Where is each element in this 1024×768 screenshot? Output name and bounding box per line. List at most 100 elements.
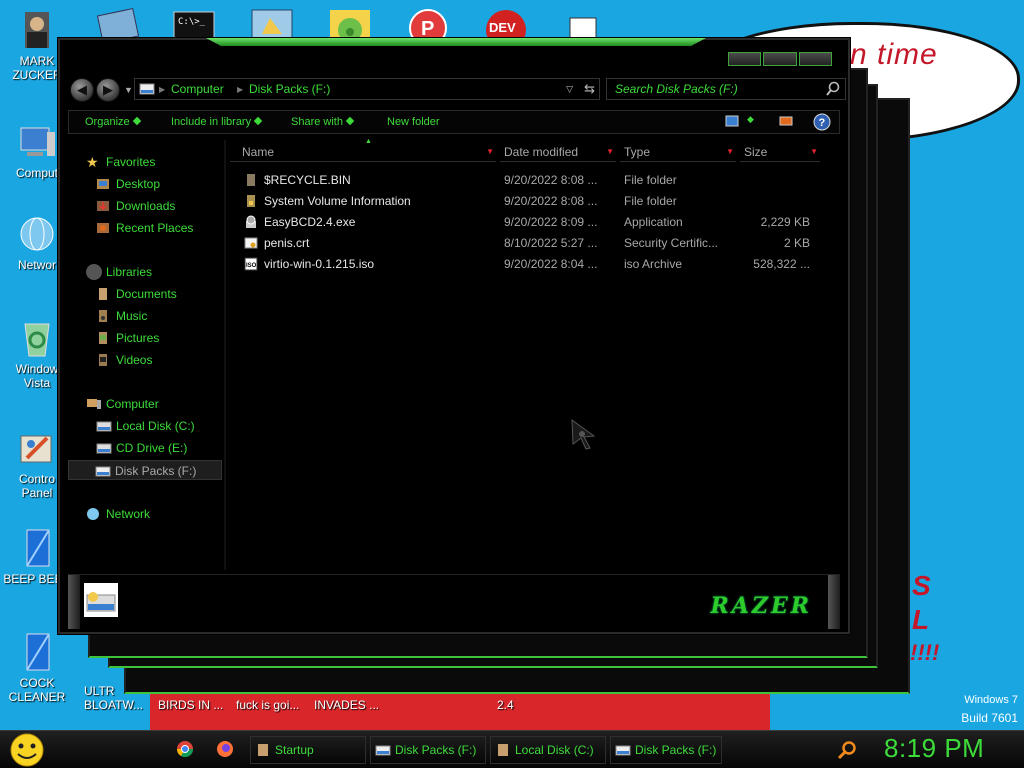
chrome-icon[interactable] [176, 740, 194, 758]
file-size: 528,322 ... [753, 257, 810, 271]
close-button[interactable] [798, 52, 832, 66]
search-box[interactable] [606, 78, 846, 100]
column-filter-icon[interactable]: ▼ [810, 142, 818, 162]
desktop-icon-label[interactable]: ULTR BLOATW... [84, 684, 154, 712]
network-icon [20, 217, 54, 251]
column-filter-icon[interactable]: ▼ [726, 142, 734, 162]
wallpaper-bubble-text: n time [850, 38, 938, 71]
documents-icon [99, 288, 107, 300]
column-filter-icon[interactable]: ▼ [486, 142, 494, 162]
nav-desktop[interactable]: Desktop [68, 174, 222, 194]
start-button-smiley-icon[interactable] [8, 732, 46, 768]
view-dropdown-icon[interactable]: ◆ [747, 114, 754, 125]
desktop-icon-label[interactable]: BIRDS IN ... [158, 698, 223, 712]
svg-text:?: ? [819, 117, 826, 129]
explorer-window[interactable]: ◀ ▶ ▼ ▶ Computer ▶ Disk Packs (F:) ▽ ⇆ O… [58, 38, 850, 634]
recent-pages-dropdown[interactable]: ▼ [124, 85, 133, 95]
back-button[interactable]: ◀ [70, 78, 94, 102]
nav-documents[interactable]: Documents [68, 284, 222, 304]
details-pane-edge [828, 575, 840, 629]
nav-libraries[interactable]: Libraries [68, 262, 222, 282]
nav-videos[interactable]: Videos [68, 350, 222, 370]
minimize-button[interactable] [728, 52, 762, 66]
column-label: Date modified [504, 145, 579, 159]
column-label: Type [624, 145, 651, 159]
file-row[interactable]: System Volume Information 9/20/2022 8:08… [240, 191, 846, 212]
tray-search-icon[interactable] [836, 739, 858, 761]
breadcrumb-separator[interactable]: ▶ [237, 85, 243, 94]
recycle-bin-icon [24, 323, 50, 357]
installer-icon [246, 215, 256, 228]
details-pane: RAZER [68, 574, 840, 629]
column-type[interactable]: Type ▼ [620, 142, 736, 162]
nav-computer[interactable]: Computer [68, 394, 222, 414]
nav-downloads[interactable]: Downloads [68, 196, 222, 216]
taskbar-button-startup[interactable]: Startup [250, 736, 366, 764]
address-bar[interactable]: ▶ Computer ▶ Disk Packs (F:) ▽ ⇆ [134, 78, 600, 100]
file-row[interactable]: EasyBCD2.4.exe 9/20/2022 8:09 ... Applic… [240, 212, 846, 233]
nav-network[interactable]: Network [68, 504, 222, 524]
preview-pane-icon[interactable] [779, 115, 793, 127]
search-input[interactable] [615, 81, 815, 97]
folder-icon [498, 744, 508, 756]
taskbar-button-local-disk[interactable]: Local Disk (C:) [490, 736, 606, 764]
breadcrumb-disk-packs[interactable]: Disk Packs (F:) [249, 82, 330, 96]
share-with-menu[interactable]: Share with [291, 116, 355, 128]
file-row[interactable]: $RECYCLE.BIN 9/20/2022 8:08 ... File fol… [240, 170, 846, 191]
nav-pictures[interactable]: Pictures [68, 328, 222, 348]
nav-label: Pictures [116, 331, 160, 345]
nav-label: CD Drive (E:) [116, 441, 188, 455]
address-dropdown-icon[interactable]: ▽ [566, 84, 573, 95]
mouse-cursor-icon [571, 418, 596, 450]
nav-favorites[interactable]: ★ Favorites [68, 152, 222, 172]
desktop-icon-label[interactable]: INVADES ... [314, 698, 379, 712]
desktop-icon-label[interactable]: 2.4 [497, 698, 514, 712]
column-size[interactable]: Size ▼ [740, 142, 820, 162]
drive-icon [139, 83, 155, 95]
nav-label: Downloads [116, 199, 176, 213]
breadcrumb-computer[interactable]: Computer [171, 82, 224, 96]
iso-icon: ISO [244, 257, 258, 271]
firefox-icon[interactable] [216, 740, 234, 758]
search-icon[interactable] [825, 81, 841, 97]
nav-local-disk-c[interactable]: Local Disk (C:) [68, 416, 222, 436]
nav-label: Recent Places [116, 221, 194, 235]
taskbar-button-disk-packs-2[interactable]: Disk Packs (F:) [610, 736, 722, 764]
column-label: Name [242, 145, 275, 159]
taskbar-clock[interactable]: 8:19 PM [884, 733, 984, 764]
svg-text:C:\>_: C:\>_ [178, 17, 206, 27]
nav-cd-drive-e[interactable]: CD Drive (E:) [68, 438, 222, 458]
column-filter-icon[interactable]: ▼ [606, 142, 614, 162]
help-icon[interactable]: ? [813, 113, 831, 131]
desktop-icon-label: MARK ZUCKER [12, 54, 62, 82]
file-type: File folder [624, 173, 677, 187]
new-folder-button[interactable]: New folder [387, 116, 440, 128]
wallpaper-letter: S [912, 570, 931, 601]
column-date-modified[interactable]: Date modified ▼ [500, 142, 616, 162]
cd-drive-icon [96, 443, 112, 454]
nav-disk-packs-f[interactable]: Disk Packs (F:) [68, 460, 222, 480]
file-row[interactable]: penis.crt 8/10/2022 5:27 ... Security Ce… [240, 233, 846, 254]
dropdown-diamond-icon [253, 116, 263, 126]
desktop-icon-cock-cleaner[interactable]: COCK CLEANER [2, 632, 72, 704]
downloads-folder-icon [97, 201, 109, 211]
nav-recent-places[interactable]: Recent Places [68, 218, 222, 238]
beep-icon [26, 529, 50, 567]
pane-divider[interactable] [224, 140, 226, 570]
column-name[interactable]: Name ▼ [230, 142, 496, 162]
maximize-button[interactable] [763, 52, 797, 66]
organize-menu[interactable]: Organize [85, 116, 141, 128]
refresh-icon[interactable]: ⇆ [584, 81, 595, 97]
taskbar-button-disk-packs[interactable]: Disk Packs (F:) [370, 736, 486, 764]
breadcrumb-separator[interactable]: ▶ [159, 85, 165, 94]
taskbar: Startup Disk Packs (F:) Local Disk (C:) … [0, 730, 1024, 768]
column-headers: Name ▼ Date modified ▼ Type ▼ Size ▼ [230, 142, 846, 162]
file-type: File folder [624, 194, 677, 208]
desktop-icon-label[interactable]: fuck is goi... [236, 698, 299, 712]
include-in-library-menu[interactable]: Include in library [171, 116, 263, 128]
nav-music[interactable]: Music [68, 306, 222, 326]
forward-button[interactable]: ▶ [96, 78, 120, 102]
file-row[interactable]: ISO virtio-win-0.1.215.iso 9/20/2022 8:0… [240, 254, 846, 275]
share-with-label: Share with [291, 116, 343, 128]
view-options-icon[interactable] [725, 115, 739, 127]
